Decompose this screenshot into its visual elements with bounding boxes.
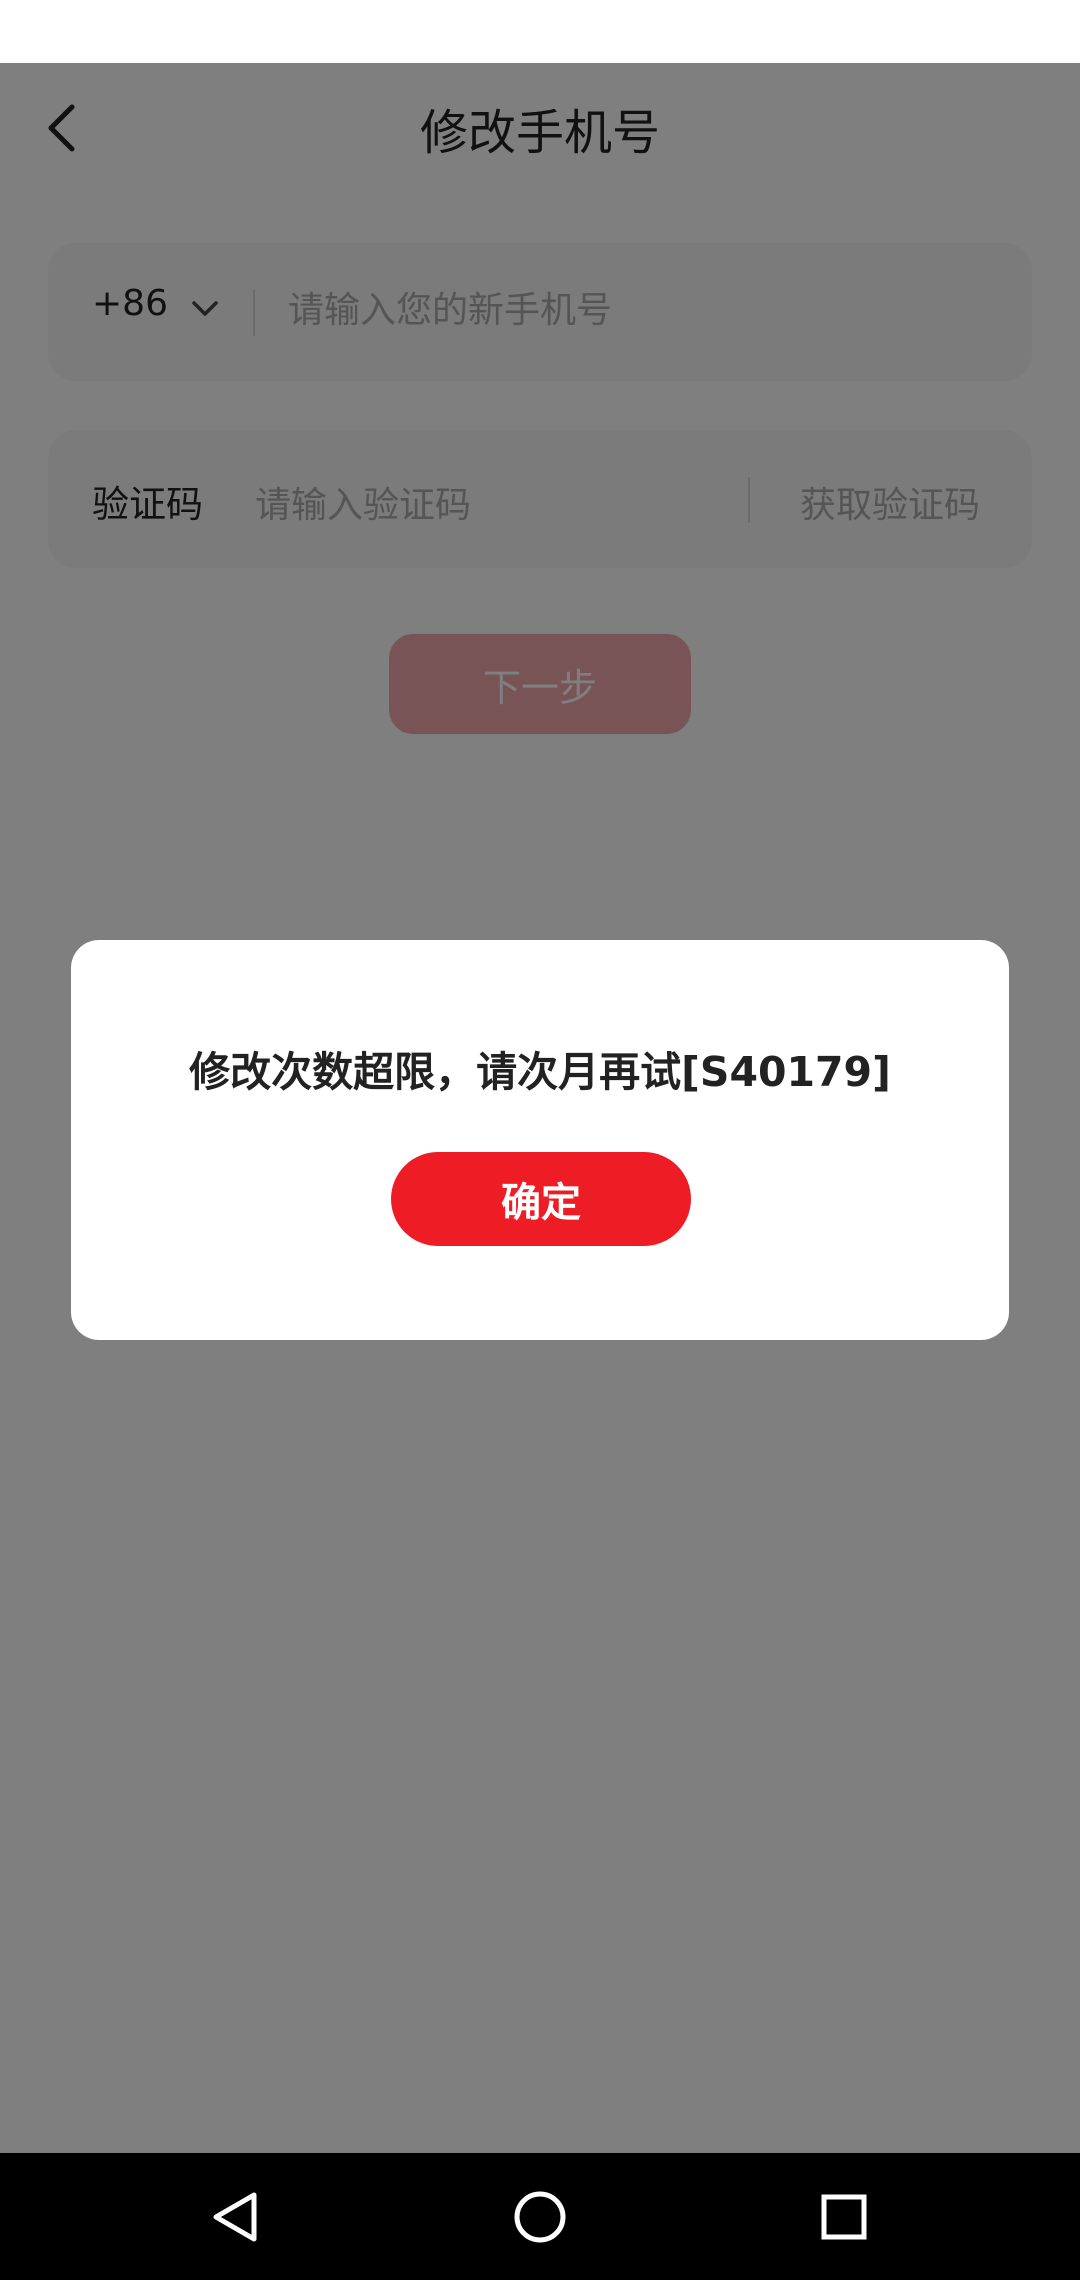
system-home-button[interactable] — [504, 2181, 576, 2253]
sim-card-icon — [952, 17, 977, 47]
limit-exceeded-dialog: 修改次数超限，请次月再试[S40179] 确定 — [71, 940, 1009, 1340]
confirm-label: 确定 — [501, 1180, 581, 1226]
square-recents-icon — [821, 2194, 867, 2240]
dialog-message: 修改次数超限，请次月再试[S40179] — [189, 1048, 891, 1096]
system-back-button[interactable] — [200, 2181, 272, 2253]
status-icons: 1:30 — [952, 12, 1054, 52]
triangle-back-icon — [213, 2192, 257, 2242]
confirm-button[interactable]: 确定 — [391, 1152, 691, 1246]
circle-home-icon — [514, 2191, 566, 2243]
status-bar: 1:30 — [0, 0, 1080, 63]
system-navigation-bar — [0, 2153, 1080, 2280]
status-time: 1:30 — [986, 14, 1054, 50]
system-recents-button[interactable] — [808, 2181, 880, 2253]
